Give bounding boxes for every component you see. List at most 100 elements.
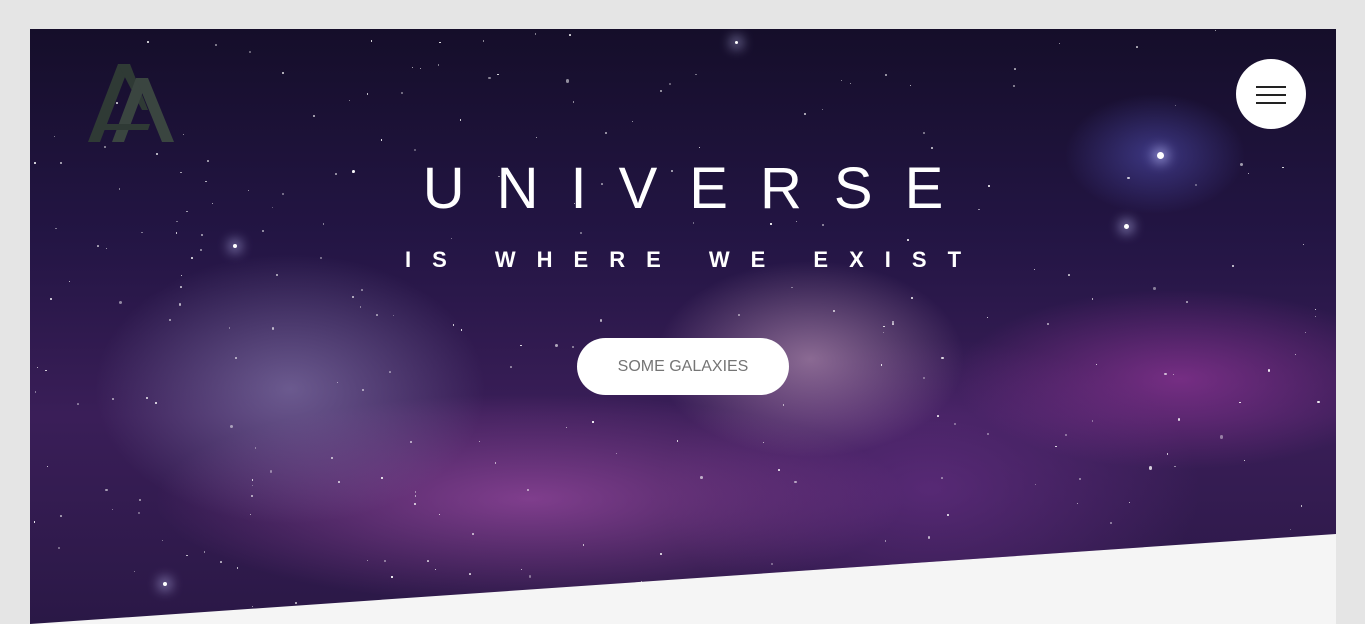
star [366,559,369,561]
star [565,79,569,83]
star [1300,505,1302,507]
star [737,314,740,317]
star [439,513,441,516]
double-a-logo-icon[interactable] [88,64,174,142]
star [794,593,797,596]
star [1316,400,1320,404]
star [1153,287,1156,290]
star [1314,316,1316,318]
star [254,447,257,450]
star [237,567,239,569]
hero-title: UNIVERSE [422,156,976,221]
star [571,345,574,348]
star [182,133,185,135]
star [380,138,383,141]
star [1225,589,1228,592]
star [849,82,851,84]
star [1173,595,1175,597]
star [203,551,206,554]
star [179,303,182,306]
star [1182,583,1185,586]
star [882,331,885,334]
star [313,114,316,117]
star [987,316,989,318]
star [141,231,143,234]
star [778,468,780,471]
hamburger-menu-icon-bar [1256,94,1286,96]
star [1055,446,1057,448]
star [1177,418,1181,421]
star [572,101,575,103]
star [414,502,416,505]
star [941,356,944,360]
star [1166,453,1169,455]
star [320,605,323,607]
star [821,224,825,227]
star [782,404,784,406]
star [439,41,441,44]
star [700,475,703,479]
star [57,547,60,550]
some-galaxies-button[interactable]: SOME GALAXIES [577,338,789,395]
star [482,39,485,42]
star [884,540,887,542]
star [111,397,114,400]
star [393,314,395,316]
star [554,343,559,347]
star [391,576,393,578]
page-container: UNIVERSE IS WHERE WE EXIST SOME GALAXIES [30,29,1336,624]
star [249,50,252,53]
menu-button[interactable] [1236,59,1306,129]
star [36,366,38,368]
star [1047,322,1050,325]
star [987,433,990,436]
star [1219,435,1223,439]
star [53,135,55,137]
star [520,344,522,347]
star [791,287,793,289]
star [294,601,297,604]
star [351,295,354,298]
star [270,470,273,473]
hamburger-menu-icon [1256,86,1286,88]
star [201,233,204,236]
star [461,329,463,331]
star [1095,363,1098,366]
star [478,440,481,442]
star [1172,373,1174,375]
star [380,605,382,607]
star [1239,401,1241,404]
star [1174,465,1176,468]
star [251,485,253,487]
star [105,488,108,492]
star [1290,528,1292,531]
star [1148,466,1152,470]
hero-section: UNIVERSE IS WHERE WE EXIST SOME GALAXIES [30,29,1336,624]
star [348,100,350,102]
star [930,146,933,149]
star [46,465,48,467]
star [186,554,188,557]
star [271,327,275,330]
star [381,477,383,479]
star [472,533,474,536]
star [68,281,70,283]
star [1059,43,1061,45]
star [1304,332,1306,334]
star [252,479,254,481]
star [1054,574,1056,576]
star [215,44,218,47]
star [565,427,567,429]
star [884,73,887,76]
star [535,136,537,138]
star [118,301,123,305]
star [928,536,931,539]
star [497,74,499,76]
star [251,605,253,607]
star [359,306,361,308]
star [841,79,843,81]
star [771,563,774,566]
star [450,238,452,240]
star [883,325,885,328]
star [941,477,943,479]
